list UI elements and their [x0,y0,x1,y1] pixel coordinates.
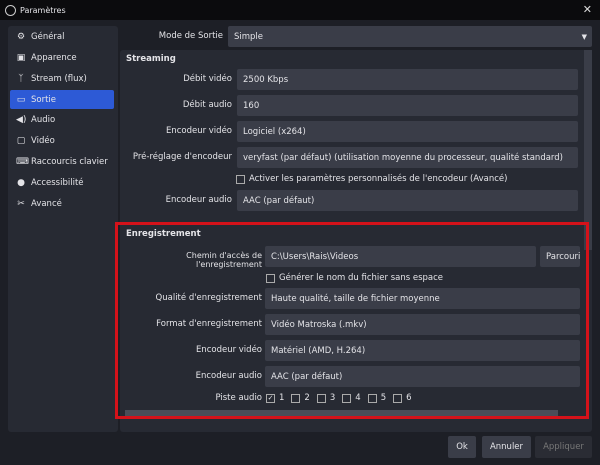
sidebar-item-label: Accessibilité [31,177,84,188]
video-bitrate-label: Débit vidéo [183,74,232,84]
mode-select[interactable]: Simple ▼ [228,26,592,47]
stream-video-encoder-label: Encodeur vidéo [165,126,232,136]
highlight-box [115,222,589,419]
obs-logo-icon [5,4,16,16]
output-icon: ▭ [16,94,26,105]
sidebar-item-label: Général [31,31,65,42]
sidebar-item-stream[interactable]: ᛉ Stream (flux) [10,69,114,88]
sidebar-item-accessibility[interactable]: ● Accessibilité [10,173,114,192]
tools-icon: ✂ [17,198,25,209]
sidebar-item-label: Apparence [31,52,77,63]
sidebar-item-label: Stream (flux) [31,73,87,84]
sidebar-item-audio[interactable]: ◀) Audio [10,110,114,129]
streaming-heading: Streaming [126,54,176,64]
accessibility-icon: ● [17,177,25,188]
video-bitrate-input[interactable]: 2500 Kbps [237,69,578,90]
window-title: Paramètres [20,5,66,15]
sidebar-item-label: Vidéo [31,135,55,146]
sidebar: ⚙ Général ▣ Apparence ᛉ Stream (flux) ▭ Sort… [8,26,118,432]
sidebar-item-general[interactable]: ⚙ Général [10,27,114,46]
antenna-icon: ᛉ [18,73,24,84]
mode-value: Simple [234,31,264,42]
sidebar-item-video[interactable]: ▢ Vidéo [10,131,114,150]
custom-encoder-checkbox[interactable]: Activer les paramètres personnalisés de … [236,174,507,184]
apply-button[interactable]: Appliquer [535,436,592,458]
keyboard-icon: ⌨ [16,156,29,167]
ok-button[interactable]: Ok [448,436,476,458]
sidebar-item-label: Audio [31,114,56,125]
cancel-button[interactable]: Annuler [482,436,531,458]
sidebar-item-appearance[interactable]: ▣ Apparence [10,48,114,67]
stream-video-encoder-select[interactable]: Logiciel (x264) [237,121,578,142]
sidebar-item-label: Raccourcis clavier [31,156,108,167]
close-icon[interactable]: ✕ [583,3,592,16]
vertical-scrollbar[interactable] [584,50,592,250]
mode-label: Mode de Sortie [158,31,223,41]
title-bar: Paramètres ✕ [0,0,600,20]
sidebar-item-hotkeys[interactable]: ⌨ Raccourcis clavier [10,152,114,171]
stream-audio-encoder-label: Encodeur audio [165,195,232,205]
sidebar-item-label: Sortie [31,94,57,105]
sidebar-item-label: Avancé [31,198,62,209]
monitor-icon: ▢ [16,135,26,146]
checkbox-box [236,174,245,184]
audio-bitrate-select[interactable]: 160 [237,95,578,116]
gear-icon: ⚙ [16,31,26,42]
chevron-down-icon: ▼ [581,32,587,41]
checkbox-label: Activer les paramètres personnalisés de … [249,174,508,184]
sidebar-item-output[interactable]: ▭ Sortie [10,90,114,109]
speaker-icon: ◀) [16,114,27,125]
stream-audio-encoder-select[interactable]: AAC (par défaut) [237,190,578,211]
preset-select[interactable]: veryfast (par défaut) (utilisation moyen… [237,147,578,168]
audio-bitrate-label: Débit audio [182,100,232,110]
sidebar-item-advanced[interactable]: ✂ Avancé [10,194,114,213]
preset-label: Pré-réglage d'encodeur [132,152,232,162]
appearance-icon: ▣ [16,52,26,63]
